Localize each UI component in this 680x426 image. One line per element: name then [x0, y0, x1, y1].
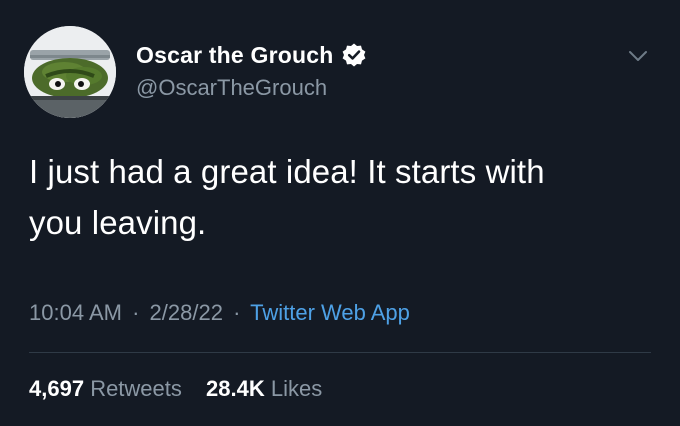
likes-stat[interactable]: 28.4K Likes [206, 376, 322, 402]
tweet-text: I just had a great idea! It starts with … [29, 146, 649, 248]
separator-dot: · [233, 300, 241, 325]
separator-dot: · [132, 300, 140, 325]
likes-label: Likes [270, 376, 323, 401]
avatar[interactable] [24, 26, 116, 118]
tweet-time[interactable]: 10:04 AM [29, 300, 122, 325]
user-handle[interactable]: @OscarTheGrouch [136, 75, 327, 101]
user-name-row: Oscar the Grouch [136, 40, 367, 70]
oscar-avatar-icon [24, 26, 116, 118]
retweets-stat[interactable]: 4,697 Retweets [29, 376, 182, 402]
tweet-card: Oscar the Grouch @OscarTheGrouch I just … [0, 0, 680, 426]
more-options-chevron-down-icon[interactable] [626, 44, 650, 68]
tweet-text-line-2: you leaving. [29, 204, 207, 241]
divider [29, 352, 651, 353]
retweets-label: Retweets [90, 376, 182, 401]
likes-count: 28.4K [206, 376, 265, 401]
display-name[interactable]: Oscar the Grouch [136, 42, 333, 69]
tweet-text-line-1: I just had a great idea! It starts with [29, 153, 545, 190]
tweet-date[interactable]: 2/28/22 [150, 300, 223, 325]
verified-badge-icon [341, 42, 367, 68]
tweet-stats: 4,697 Retweets 28.4K Likes [29, 376, 322, 402]
tweet-metadata: 10:04 AM · 2/28/22 · Twitter Web App [29, 300, 410, 326]
tweet-source-link[interactable]: Twitter Web App [250, 300, 410, 325]
retweets-count: 4,697 [29, 376, 85, 401]
